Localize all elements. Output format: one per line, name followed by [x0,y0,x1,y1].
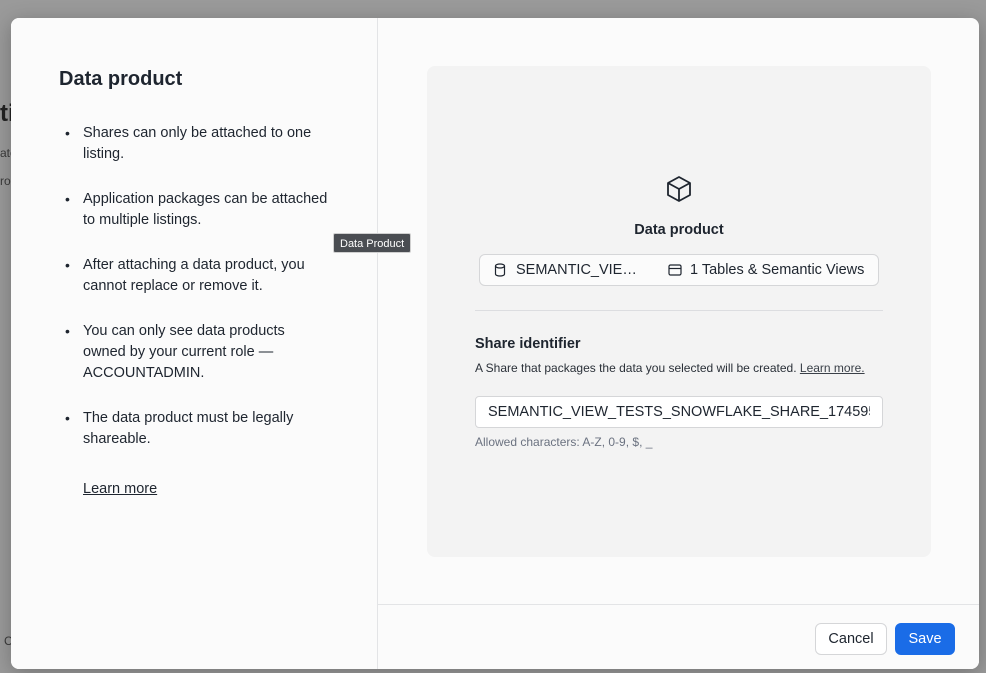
info-bullet-text: After attaching a data product, you cann… [83,257,305,294]
card-divider [475,310,883,311]
info-bullet: • The data product must be legally sharea… [65,410,294,447]
data-product-modal: Data product • Shares can only be attache… [11,18,979,669]
tables-summary: 1 Tables & Semantic Views [690,262,865,278]
data-product-selection[interactable]: SEMANTIC_VIEW_... 1 Tables & Semantic Vi… [479,254,879,286]
info-bullet: • You can only see data products owned by… [65,323,285,381]
cube-icon [667,176,691,202]
share-identifier-label: Share identifier [475,336,581,352]
table-icon [668,264,682,276]
card-title: Data product [634,222,724,238]
learn-more-link[interactable]: Learn more [83,481,157,497]
share-identifier-input[interactable] [475,396,883,428]
share-help-copy: A Share that packages the data you selec… [475,361,797,375]
info-bullet: • Shares can only be attached to one list… [65,125,312,162]
info-bullet: • Application packages can be attached to… [65,191,328,228]
database-name: SEMANTIC_VIEW_... [516,262,650,278]
info-bullet-text: Application packages can be attached to … [83,191,328,228]
info-pane: Data product • Shares can only be attache… [11,18,378,669]
info-bullet-text: The data product must be legally shareab… [83,410,294,447]
info-bullet-text: Shares can only be attached to one listi… [83,125,312,162]
share-learn-more-link[interactable]: Learn more. [800,361,865,375]
data-product-card: Data product SEMANTIC_VIEW_... 1 Tables … [427,66,931,557]
save-button[interactable]: Save [895,623,955,655]
cancel-button[interactable]: Cancel [815,623,887,655]
data-product-tooltip: Data Product [333,233,412,253]
share-help-text: A Share that packages the data you selec… [475,361,875,376]
info-title: Data product [59,68,183,90]
background-fragment: ro [0,174,11,188]
allowed-characters-hint: Allowed characters: A-Z, 0-9, $, _ [475,435,653,449]
database-icon [494,263,506,277]
info-bullet-text: You can only see data products owned by … [83,323,285,381]
info-bullets: • Shares can only be attached to one list… [59,123,329,474]
modal-footer: Cancel Save [378,604,979,669]
info-bullet: • After attaching a data product, you can… [65,257,305,294]
